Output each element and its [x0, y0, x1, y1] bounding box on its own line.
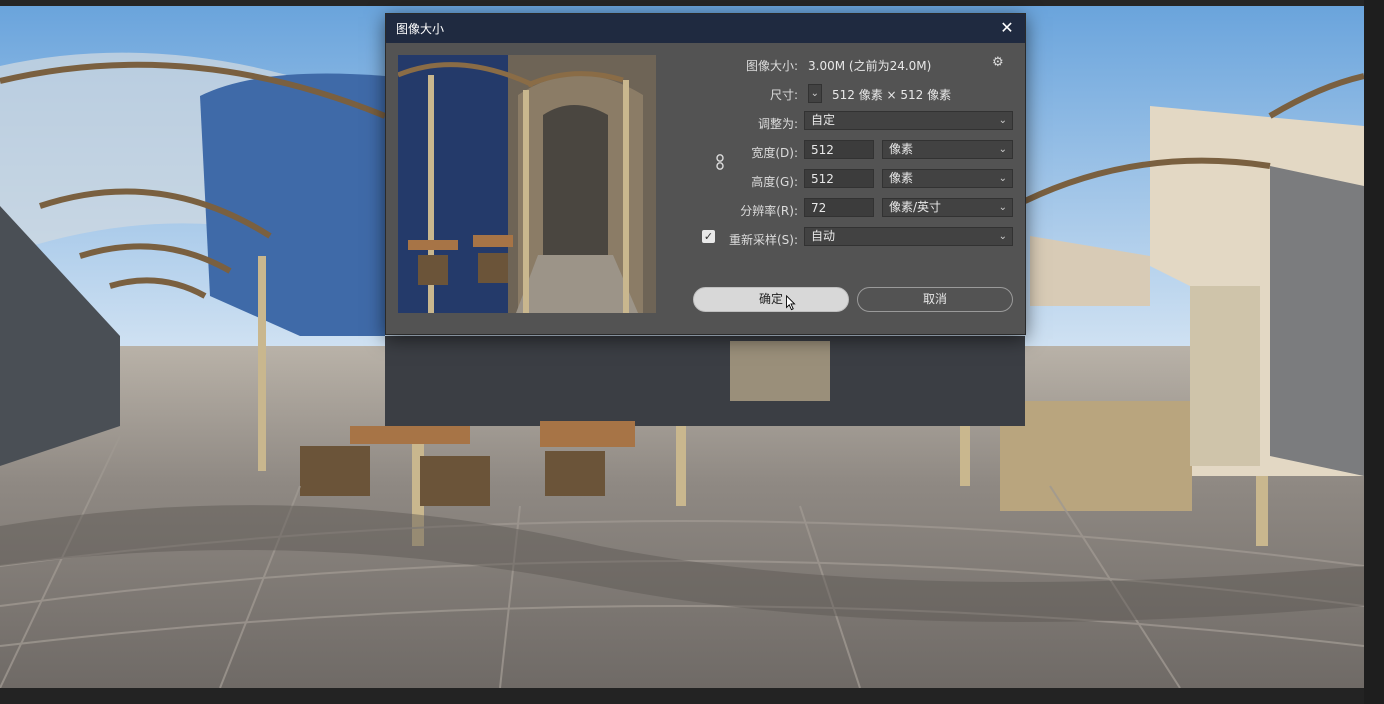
width-input[interactable]: 512 — [804, 140, 874, 159]
resolution-input[interactable]: 72 — [804, 198, 874, 217]
chevron-down-icon: ⌄ — [998, 231, 1007, 242]
height-label: 高度(G): — [751, 175, 798, 189]
resolution-unit-value: 像素/英寸 — [889, 200, 942, 214]
resample-value: 自动 — [811, 229, 836, 243]
cancel-button[interactable]: 取消 — [857, 287, 1013, 312]
image-size-dialog: 图像大小 ✕ 图像大小: 3.00M (之前为24.0M) ⚙ 尺寸: ⌄ 51… — [385, 13, 1026, 335]
resample-label: 重新采样(S): — [728, 233, 798, 247]
fit-to-select[interactable]: 自定 ⌄ — [804, 111, 1013, 130]
dialog-titlebar[interactable]: 图像大小 ✕ — [386, 14, 1025, 43]
width-label: 宽度(D): — [751, 146, 798, 160]
resolution-unit-select[interactable]: 像素/英寸 ⌄ — [882, 198, 1013, 217]
chevron-down-icon: ⌄ — [998, 144, 1007, 155]
height-unit-value: 像素 — [889, 171, 914, 185]
height-input[interactable]: 512 — [804, 169, 874, 188]
resample-checkbox[interactable]: ✓ — [702, 230, 715, 243]
fit-to-label: 调整为: — [757, 117, 798, 131]
image-size-value: 3.00M (之前为24.0M) — [808, 59, 932, 73]
image-preview[interactable] — [398, 55, 656, 313]
mouse-cursor-icon — [786, 295, 796, 311]
chevron-down-icon: ⌄ — [998, 115, 1007, 126]
width-unit-value: 像素 — [889, 142, 914, 156]
gear-icon[interactable]: ⚙ — [992, 55, 1004, 70]
ok-button[interactable]: 确定 — [693, 287, 849, 312]
resample-select[interactable]: 自动 ⌄ — [804, 227, 1013, 246]
panel-edge — [1364, 0, 1384, 704]
image-size-label: 图像大小: — [745, 59, 798, 73]
close-icon[interactable]: ✕ — [997, 18, 1017, 38]
dimensions-value: 512 像素 × 512 像素 — [832, 88, 952, 102]
width-unit-select[interactable]: 像素 ⌄ — [882, 140, 1013, 159]
fit-to-value: 自定 — [811, 113, 836, 127]
chevron-down-icon: ⌄ — [998, 173, 1007, 184]
canvas-bottom-edge — [0, 688, 1364, 704]
dialog-title: 图像大小 — [396, 22, 445, 36]
preview-thumbnail — [398, 55, 656, 313]
resolution-label: 分辨率(R): — [740, 204, 798, 218]
dimensions-label: 尺寸: — [769, 88, 798, 102]
chevron-down-icon: ⌄ — [998, 202, 1007, 213]
dimensions-unit-dropdown[interactable]: ⌄ — [808, 84, 822, 103]
height-unit-select[interactable]: 像素 ⌄ — [882, 169, 1013, 188]
